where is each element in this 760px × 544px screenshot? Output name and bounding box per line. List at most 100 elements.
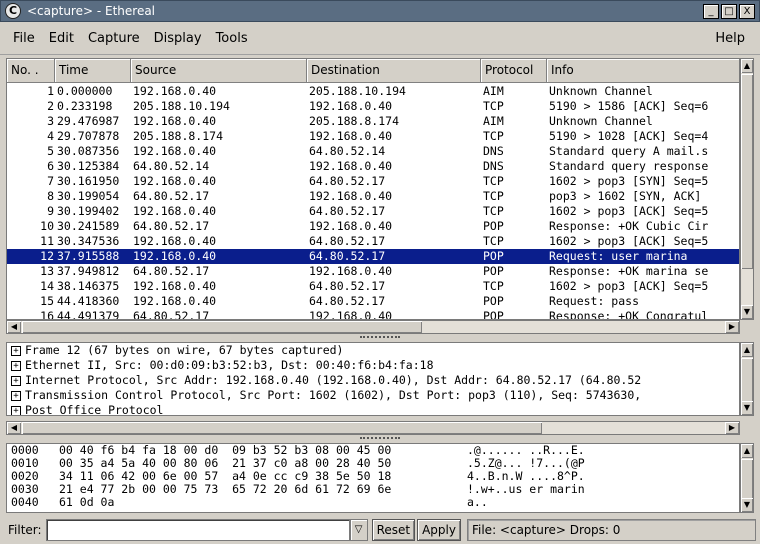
scroll-left-arrow-icon[interactable]: ◀	[7, 321, 21, 333]
packet-source: 192.168.0.40	[133, 174, 217, 188]
packet-row[interactable]: 13 37.949812 64.80.52.17 192.168.0.40 POP Res…	[7, 264, 739, 279]
packet-info: Standard query response	[549, 159, 709, 173]
column-header-time[interactable]: Time	[55, 59, 131, 83]
scrollbar-thumb[interactable]	[22, 321, 422, 333]
scroll-down-arrow-icon[interactable]: ▼	[741, 305, 753, 319]
reset-button[interactable]: Reset	[371, 519, 416, 541]
packet-no: 6	[47, 159, 54, 173]
filter-dropdown-icon[interactable]: ▽	[349, 519, 368, 541]
detail-tree-item[interactable]: + Post Office Protocol	[7, 403, 739, 415]
expand-plus-icon[interactable]: +	[11, 405, 21, 415]
packet-row[interactable]: 4 29.707878 205.188.8.174 192.168.0.40 TCP 51…	[7, 129, 739, 144]
packet-no: 3	[47, 114, 54, 128]
scroll-up-arrow-icon[interactable]: ▲	[741, 444, 753, 458]
close-button[interactable]: X	[739, 4, 755, 19]
packet-destination: 64.80.52.17	[309, 279, 386, 293]
expand-plus-icon[interactable]: +	[11, 375, 21, 386]
packet-source: 192.168.0.40	[133, 204, 217, 218]
packet-destination: 64.80.52.17	[309, 234, 386, 248]
packet-row[interactable]: 9 30.199402 192.168.0.40 64.80.52.17 TCP 1602…	[7, 204, 739, 219]
packet-info: Unknown Channel	[549, 114, 653, 128]
packet-details-tree[interactable]: + Frame 12 (67 bytes on wire, 67 bytes ca…	[6, 342, 740, 416]
packet-row[interactable]: 8 30.199054 64.80.52.17 192.168.0.40 TCP pop3…	[7, 189, 739, 204]
column-header-info[interactable]: Info	[547, 59, 739, 83]
expand-plus-icon[interactable]: +	[11, 390, 21, 401]
details-vscrollbar[interactable]: ▲ ▼	[740, 342, 754, 416]
packet-list-vscrollbar[interactable]: ▲ ▼	[740, 58, 754, 320]
pane-splitter-handle[interactable]	[360, 336, 400, 340]
packet-row[interactable]: 10 30.241589 64.80.52.17 192.168.0.40 POP Res…	[7, 219, 739, 234]
packet-row[interactable]: 3 29.476987 192.168.0.40 205.188.8.174 AIM Un…	[7, 114, 739, 129]
packet-info: 1602 > pop3 [ACK] Seq=5	[549, 279, 709, 293]
packet-row[interactable]: 11 30.347536 192.168.0.40 64.80.52.17 TCP 160…	[7, 234, 739, 249]
detail-tree-item[interactable]: + Transmission Control Protocol, Src Port…	[7, 388, 739, 403]
menu-capture[interactable]: Capture	[81, 31, 147, 46]
packet-row[interactable]: 15 44.418360 192.168.0.40 64.80.52.17 POP Req…	[7, 294, 739, 309]
packet-row[interactable]: 16 44.491379 64.80.52.17 192.168.0.40 POP Res…	[7, 309, 739, 320]
pane-splitter-handle[interactable]	[360, 437, 400, 441]
scrollbar-thumb[interactable]	[22, 422, 542, 434]
hex-row[interactable]: 0030 21 e4 77 2b 00 00 75 73 65 72 20 6d …	[7, 483, 739, 496]
menu-display[interactable]: Display	[147, 31, 209, 46]
packet-row[interactable]: 5 30.087356 192.168.0.40 64.80.52.14 DNS Stan…	[7, 144, 739, 159]
minimize-button[interactable]: _	[703, 4, 719, 19]
scrollbar-thumb[interactable]	[741, 459, 753, 499]
scroll-right-arrow-icon[interactable]: ▶	[725, 321, 739, 333]
hex-dump-pane[interactable]: 0000 00 40 f6 b4 fa 18 00 d0 09 b3 52 b3 …	[6, 443, 740, 513]
packet-no: 7	[47, 174, 54, 188]
packet-info: 5190 > 1028 [ACK] Seq=4	[549, 129, 709, 143]
detail-tree-label: Internet Protocol, Src Addr: 192.168.0.4…	[25, 373, 642, 387]
hex-vscrollbar[interactable]: ▲ ▼	[740, 443, 754, 513]
apply-button[interactable]: Apply	[417, 519, 461, 541]
details-hscrollbar[interactable]: ◀ ▶	[6, 421, 740, 435]
expand-plus-icon[interactable]: +	[11, 345, 21, 356]
ethereal-app-icon[interactable]: C	[5, 3, 21, 19]
menu-tools[interactable]: Tools	[209, 31, 255, 46]
packet-list[interactable]: No. . Time Source Destination Protocol I…	[6, 58, 740, 320]
packet-row[interactable]: 7 30.161950 192.168.0.40 64.80.52.17 TCP 1602…	[7, 174, 739, 189]
scroll-left-arrow-icon[interactable]: ◀	[7, 422, 21, 434]
packet-no: 1	[47, 84, 54, 98]
packet-row[interactable]: 2 0.233198 205.188.10.194 192.168.0.40 TCP 51…	[7, 99, 739, 114]
detail-tree-label: Frame 12 (67 bytes on wire, 67 bytes cap…	[25, 343, 344, 357]
scroll-up-arrow-icon[interactable]: ▲	[741, 59, 753, 73]
scrollbar-thumb[interactable]	[741, 358, 753, 402]
packet-info: 1602 > pop3 [ACK] Seq=5	[549, 234, 709, 248]
column-header-destination[interactable]: Destination	[307, 59, 481, 83]
packet-time: 0.233198	[57, 99, 113, 113]
packet-no: 11	[40, 234, 54, 248]
scroll-right-arrow-icon[interactable]: ▶	[725, 422, 739, 434]
packet-destination: 192.168.0.40	[309, 309, 393, 320]
packet-row[interactable]: 14 38.146375 192.168.0.40 64.80.52.17 TCP 160…	[7, 279, 739, 294]
detail-tree-item[interactable]: + Internet Protocol, Src Addr: 192.168.0.…	[7, 373, 739, 388]
expand-plus-icon[interactable]: +	[11, 360, 21, 371]
packet-row[interactable]: 1 0.000000 192.168.0.40 205.188.10.194 AIM Un…	[7, 84, 739, 99]
scroll-down-arrow-icon[interactable]: ▼	[741, 401, 753, 415]
packet-source: 64.80.52.17	[133, 189, 210, 203]
column-header-protocol[interactable]: Protocol	[481, 59, 547, 83]
packet-row-selected[interactable]: 12 37.915588 192.168.0.40 64.80.52.17 POP Req…	[7, 249, 739, 264]
maximize-button[interactable]: □	[721, 4, 737, 19]
filter-input[interactable]	[45, 519, 350, 541]
packet-row[interactable]: 6 30.125384 64.80.52.14 192.168.0.40 DNS Stan…	[7, 159, 739, 174]
hex-row[interactable]: 0040 61 0d 0a a..	[7, 496, 739, 509]
packet-protocol: TCP	[483, 174, 504, 188]
scroll-down-arrow-icon[interactable]: ▼	[741, 498, 753, 512]
detail-tree-item[interactable]: + Ethernet II, Src: 00:d0:09:b3:52:b3, Ds…	[7, 358, 739, 373]
packet-no: 8	[47, 189, 54, 203]
column-header-no[interactable]: No. .	[7, 59, 55, 83]
menu-help[interactable]: Help	[708, 31, 752, 46]
scrollbar-thumb[interactable]	[741, 74, 753, 269]
scroll-up-arrow-icon[interactable]: ▲	[741, 343, 753, 357]
packet-list-hscrollbar[interactable]: ◀ ▶	[6, 320, 740, 334]
packet-destination: 192.168.0.40	[309, 219, 393, 233]
column-header-source[interactable]: Source	[131, 59, 307, 83]
window-title: <capture> - Ethereal	[27, 4, 156, 18]
detail-tree-item[interactable]: + Frame 12 (67 bytes on wire, 67 bytes ca…	[7, 343, 739, 358]
hex-ascii: a..	[467, 495, 488, 509]
menu-edit[interactable]: Edit	[42, 31, 81, 46]
packet-destination: 64.80.52.17	[309, 204, 386, 218]
menu-file[interactable]: File	[6, 31, 42, 46]
packet-info: pop3 > 1602 [SYN, ACK]	[549, 189, 702, 203]
packet-time: 30.125384	[57, 159, 120, 173]
